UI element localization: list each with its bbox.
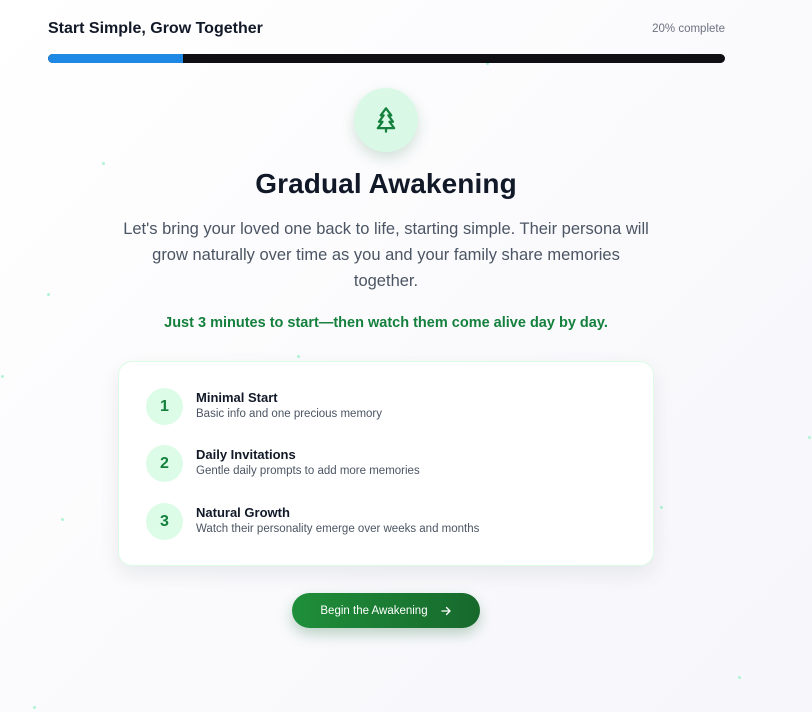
decorative-dot xyxy=(33,706,36,709)
step-number-badge: 3 xyxy=(146,503,183,540)
decorative-dot xyxy=(297,355,300,358)
begin-awakening-label: Begin the Awakening xyxy=(320,604,428,617)
step-title: Natural Growth xyxy=(196,505,290,520)
step-title: Minimal Start xyxy=(196,390,278,405)
decorative-dot xyxy=(660,506,663,509)
page-title: Start Simple, Grow Together xyxy=(48,20,263,37)
step-description: Watch their personality emerge over week… xyxy=(196,523,480,535)
arrow-right-icon xyxy=(440,606,451,615)
decorative-dot xyxy=(738,676,741,679)
step-title: Daily Invitations xyxy=(196,447,296,462)
step-item: 3 Natural Growth Watch their personality… xyxy=(146,503,479,540)
progress-header: Start Simple, Grow Together 20% complete xyxy=(48,18,725,63)
step-number-badge: 2 xyxy=(146,445,183,482)
tree-icon xyxy=(376,107,396,133)
decorative-dot xyxy=(102,162,105,165)
progress-bar-fill xyxy=(48,54,184,63)
hero-tagline: Just 3 minutes to start—then watch them … xyxy=(164,315,608,331)
decorative-dot xyxy=(808,436,811,439)
step-item: 1 Minimal Start Basic info and one preci… xyxy=(146,388,382,425)
step-number-badge: 1 xyxy=(146,388,183,425)
decorative-dot xyxy=(61,518,64,521)
begin-awakening-button[interactable]: Begin the Awakening xyxy=(292,593,480,628)
decorative-dot xyxy=(47,293,50,296)
hero-title: Gradual Awakening xyxy=(255,168,517,199)
progress-bar xyxy=(48,54,725,63)
step-item: 2 Daily Invitations Gentle daily prompts… xyxy=(146,445,420,482)
steps-card: 1 Minimal Start Basic info and one preci… xyxy=(118,361,654,566)
hero-subtitle: Let's bring your loved one back to life,… xyxy=(123,220,649,290)
step-description: Basic info and one precious memory xyxy=(196,408,383,420)
tree-icon-badge xyxy=(354,88,418,152)
progress-label: 20% complete xyxy=(652,23,725,35)
decorative-dot xyxy=(1,375,4,378)
step-description: Gentle daily prompts to add more memorie… xyxy=(196,465,420,477)
